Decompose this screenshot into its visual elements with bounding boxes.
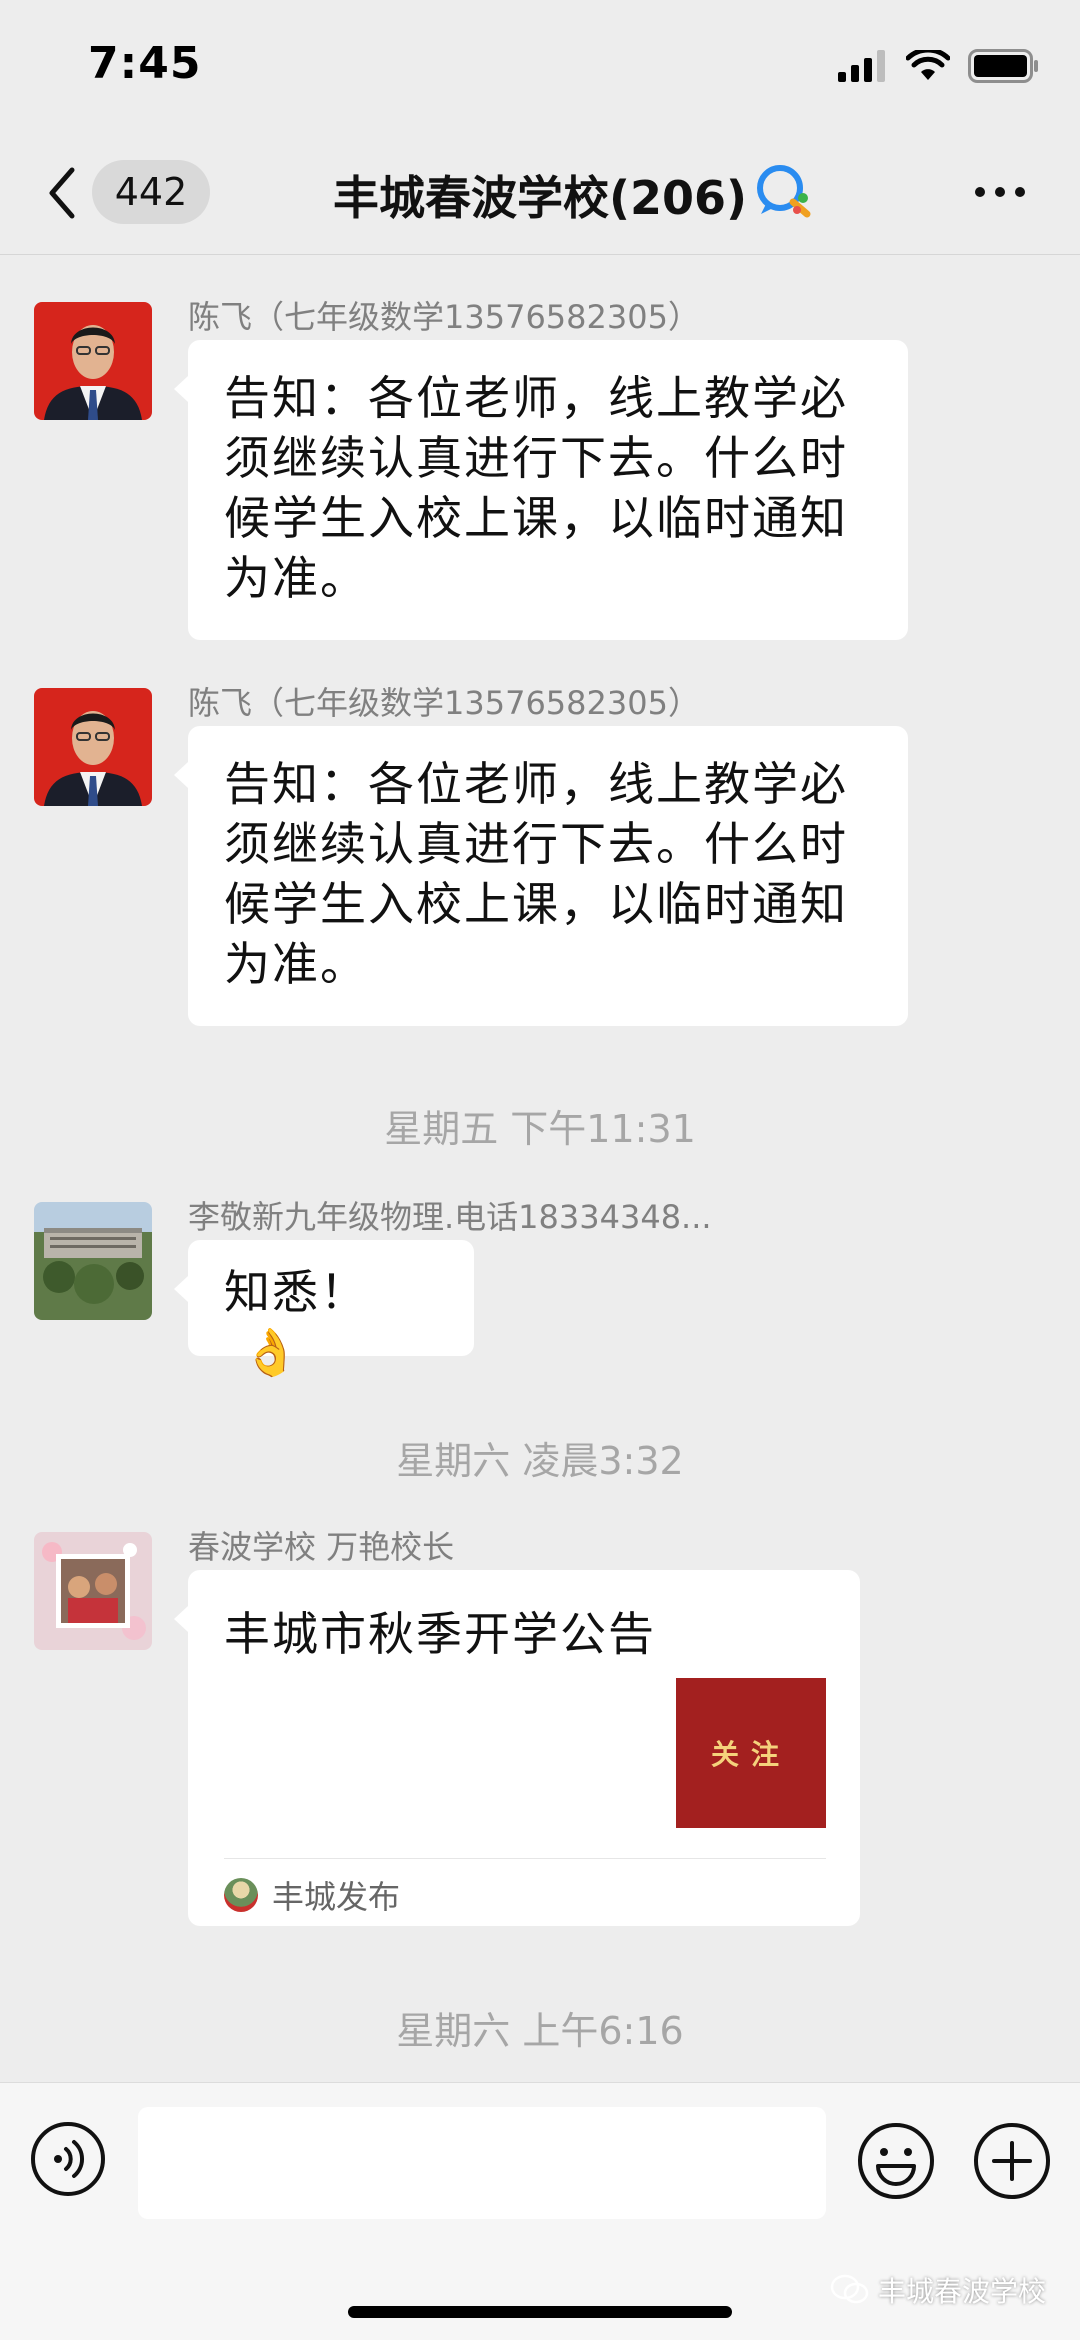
- sender-name: 春波学校 万艳校长: [188, 1528, 455, 1566]
- wechat-icon: [830, 2274, 869, 2304]
- chat-header: 442 丰城春波学校(206): [0, 130, 1080, 255]
- avatar[interactable]: [34, 302, 152, 420]
- message-input[interactable]: [138, 2107, 826, 2219]
- message-text: 告知：各位老师，线上教学必须继续认真进行下去。什么时候学生入校上课，以临时通知为…: [224, 757, 848, 991]
- watermark-text: 丰城春波学校: [877, 2275, 1046, 2308]
- source-logo-icon: [224, 1878, 258, 1912]
- timestamp: 星期五 下午11:31: [384, 1107, 696, 1151]
- avatar[interactable]: [34, 1532, 152, 1650]
- message-text-content: 知悉！: [224, 1265, 368, 1319]
- sender-name: 陈飞（七年级数学13576582305）: [188, 684, 700, 722]
- timestamp: 星期六 上午6:16: [396, 2009, 684, 2053]
- message-text: 知悉！ 👌: [188, 1240, 474, 1404]
- more-dots-icon[interactable]: [972, 182, 1028, 202]
- status-bar: 7:45: [0, 0, 1080, 130]
- ok-hand-emoji: 👌: [242, 1325, 302, 1379]
- sender-name: 李敬新九年级物理.电话18334348...: [188, 1198, 712, 1236]
- avatar[interactable]: [34, 688, 152, 806]
- article-title: 丰城市秋季开学公告: [224, 1607, 656, 1661]
- article-thumbnail: 关注: [676, 1678, 826, 1828]
- message-text: 告知：各位老师，线上教学必须继续认真进行下去。什么时候学生入校上课，以临时通知为…: [224, 371, 848, 605]
- chat-title-wrap: 丰城春波学校(206): [0, 162, 1080, 228]
- timestamp: 星期六 凌晨3:32: [396, 1439, 684, 1483]
- message-bubble[interactable]: 知悉！ 👌: [174, 1240, 474, 1379]
- avatar[interactable]: [34, 1202, 152, 1320]
- signal-icon: [838, 50, 885, 82]
- status-time: 7:45: [88, 38, 202, 89]
- watermark: 丰城春波学校: [830, 2270, 1046, 2310]
- message-bubble[interactable]: 告知：各位老师，线上教学必须继续认真进行下去。什么时候学生入校上课，以临时通知为…: [174, 340, 908, 640]
- voice-icon[interactable]: [30, 2121, 106, 2197]
- emoji-icon[interactable]: [856, 2121, 936, 2201]
- home-indicator: [348, 2306, 732, 2318]
- sender-name: 陈飞（七年级数学13576582305）: [188, 298, 700, 336]
- article-source-name: 丰城发布: [272, 1878, 401, 1916]
- article-thumbnail-text: 关注: [710, 1738, 791, 1771]
- article-source: 丰城发布: [224, 1872, 400, 1918]
- wifi-icon: [906, 50, 950, 80]
- battery-icon: [968, 49, 1038, 83]
- message-bubble[interactable]: 告知：各位老师，线上教学必须继续认真进行下去。什么时候学生入校上课，以临时通知为…: [174, 726, 908, 1026]
- status-icons: [838, 46, 1040, 86]
- search-chat-icon[interactable]: [753, 162, 817, 222]
- article-card[interactable]: 丰城市秋季开学公告 关注 丰城发布: [174, 1570, 860, 1926]
- card-divider: [224, 1858, 826, 1859]
- chat-title[interactable]: 丰城春波学校(206): [333, 171, 747, 225]
- plus-icon[interactable]: [972, 2121, 1052, 2201]
